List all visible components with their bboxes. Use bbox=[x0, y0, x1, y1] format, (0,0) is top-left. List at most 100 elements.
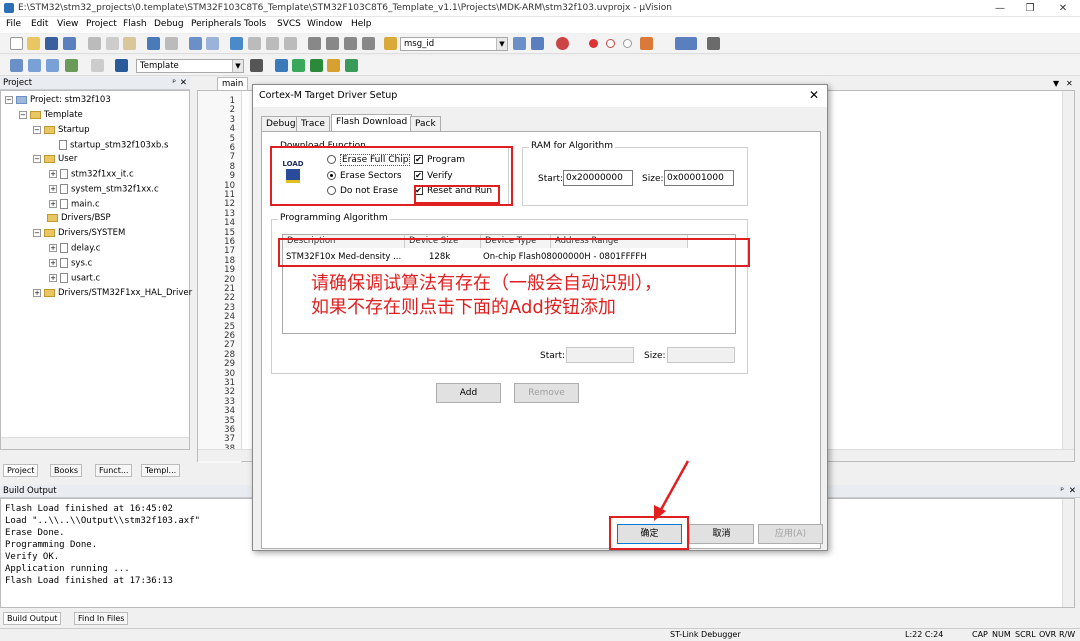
uncomment-icon[interactable] bbox=[362, 37, 375, 50]
tab-functions[interactable]: Funct... bbox=[95, 464, 133, 477]
new-file-icon[interactable] bbox=[10, 37, 23, 50]
tab-find-in-files[interactable]: Find In Files bbox=[74, 612, 129, 625]
remove-button[interactable]: Remove bbox=[514, 383, 579, 403]
comment-icon[interactable] bbox=[344, 37, 357, 50]
minimize-icon[interactable]: — bbox=[985, 1, 1015, 16]
kill-breakpoints-icon[interactable] bbox=[623, 39, 632, 48]
find-in-files-icon[interactable] bbox=[384, 37, 397, 50]
close-panel-icon[interactable]: ✕ bbox=[1069, 485, 1076, 497]
expand-icon[interactable]: + bbox=[49, 200, 57, 208]
disable-breakpoint-icon[interactable] bbox=[606, 39, 615, 48]
indent-icon[interactable] bbox=[308, 37, 321, 50]
cancel-button[interactable]: 取消 bbox=[689, 524, 754, 544]
translate-icon[interactable] bbox=[10, 59, 23, 72]
close-icon[interactable]: ✕ bbox=[1048, 1, 1078, 16]
incremental-find-icon[interactable] bbox=[531, 37, 544, 50]
manage-project-icon[interactable] bbox=[275, 59, 288, 72]
editor-close-icon[interactable]: ✕ bbox=[1066, 79, 1073, 88]
bookmark-icon[interactable] bbox=[230, 37, 243, 50]
algo-start-input[interactable] bbox=[566, 347, 634, 363]
select-pack-icon[interactable] bbox=[310, 59, 323, 72]
undo-icon[interactable] bbox=[147, 37, 160, 50]
pin-icon[interactable]: ᵖ bbox=[1060, 485, 1064, 497]
tree-item[interactable]: + usart.c bbox=[49, 273, 100, 284]
tree-item[interactable]: + system_stm32f1xx.c bbox=[49, 184, 159, 195]
menu-window[interactable]: Window bbox=[307, 19, 343, 29]
add-button[interactable]: Add bbox=[436, 383, 501, 403]
expand-icon[interactable]: + bbox=[49, 274, 57, 282]
menu-flash[interactable]: Flash bbox=[123, 19, 147, 29]
expand-icon[interactable]: + bbox=[49, 259, 57, 267]
maximize-icon[interactable]: ❐ bbox=[1015, 1, 1045, 16]
next-bookmark-icon[interactable] bbox=[266, 37, 279, 50]
nav-forward-icon[interactable] bbox=[206, 37, 219, 50]
tree-item[interactable]: + sys.c bbox=[49, 258, 92, 269]
collapse-icon[interactable]: − bbox=[33, 125, 41, 134]
nav-back-icon[interactable] bbox=[189, 37, 202, 50]
window-layout-icon[interactable] bbox=[675, 37, 697, 50]
tab-flash-download[interactable]: Flash Download bbox=[331, 114, 413, 132]
tree-item[interactable]: − User bbox=[33, 154, 77, 164]
unindent-icon[interactable] bbox=[326, 37, 339, 50]
close-panel-icon[interactable]: ✕ bbox=[180, 77, 187, 89]
target-options-icon[interactable] bbox=[250, 59, 263, 72]
chevron-down-icon[interactable]: ▼ bbox=[232, 60, 243, 72]
tab-main-c[interactable]: main bbox=[217, 77, 249, 90]
collapse-icon[interactable]: − bbox=[19, 110, 27, 119]
tree-item[interactable]: − Template bbox=[19, 110, 83, 120]
tab-templates[interactable]: Templ... bbox=[141, 464, 181, 477]
tree-item[interactable]: + stm32f1xx_it.c bbox=[49, 169, 134, 180]
ram-size-input[interactable]: 0x00001000 bbox=[664, 170, 734, 186]
menu-project[interactable]: Project bbox=[86, 19, 117, 29]
output-vertical-scrollbar[interactable] bbox=[1062, 499, 1074, 607]
expand-icon[interactable]: + bbox=[49, 170, 57, 178]
tab-trace[interactable]: Trace bbox=[296, 116, 330, 132]
expand-icon[interactable]: + bbox=[49, 185, 57, 193]
menu-debug[interactable]: Debug bbox=[154, 19, 184, 29]
dialog-close-icon[interactable]: ✕ bbox=[809, 88, 819, 102]
ram-start-input[interactable]: 0x20000000 bbox=[563, 170, 633, 186]
tab-project[interactable]: Project bbox=[3, 464, 39, 477]
manage-rte-icon[interactable] bbox=[292, 59, 305, 72]
redo-icon[interactable] bbox=[165, 37, 178, 50]
copy-icon[interactable] bbox=[106, 37, 119, 50]
target-combo[interactable]: Template ▼ bbox=[136, 59, 244, 73]
save-icon[interactable] bbox=[45, 37, 58, 50]
stop-build-icon[interactable] bbox=[91, 59, 104, 72]
editor-vertical-scrollbar[interactable] bbox=[1062, 91, 1074, 449]
algo-size-input[interactable] bbox=[667, 347, 735, 363]
tree-item[interactable]: Drivers/BSP bbox=[47, 213, 111, 223]
chevron-down-icon[interactable]: ▼ bbox=[496, 38, 507, 50]
collapse-icon[interactable]: − bbox=[5, 95, 13, 104]
open-folder-icon[interactable] bbox=[27, 37, 40, 50]
menu-tools[interactable]: Tools bbox=[244, 19, 266, 29]
expand-icon[interactable]: + bbox=[49, 244, 57, 252]
configure-icon[interactable] bbox=[707, 37, 720, 50]
tree-item[interactable]: startup_stm32f103xb.s bbox=[59, 140, 168, 151]
menu-file[interactable]: File bbox=[6, 19, 21, 29]
menu-edit[interactable]: Edit bbox=[31, 19, 48, 29]
clear-bookmarks-icon[interactable] bbox=[284, 37, 297, 50]
tree-item[interactable]: − Project: stm32f103 bbox=[5, 95, 111, 105]
editor-tab-list-icon[interactable]: ▼ bbox=[1053, 79, 1059, 88]
prev-bookmark-icon[interactable] bbox=[248, 37, 261, 50]
tab-build-output[interactable]: Build Output bbox=[3, 612, 62, 625]
tree-item[interactable]: + main.c bbox=[49, 199, 100, 210]
apply-button[interactable]: 应用(A) bbox=[758, 524, 823, 544]
rebuild-icon[interactable] bbox=[46, 59, 59, 72]
menu-help[interactable]: Help bbox=[351, 19, 372, 29]
debug-session-icon[interactable] bbox=[556, 37, 569, 50]
menu-view[interactable]: View bbox=[57, 19, 78, 29]
paste-icon[interactable] bbox=[123, 37, 136, 50]
menu-svcs[interactable]: SVCS bbox=[277, 19, 301, 29]
build-icon[interactable] bbox=[28, 59, 41, 72]
expand-icon[interactable]: + bbox=[33, 288, 41, 297]
cut-icon[interactable] bbox=[88, 37, 101, 50]
tree-item[interactable]: + delay.c bbox=[49, 243, 100, 254]
find-icon[interactable] bbox=[513, 37, 526, 50]
menu-peripherals[interactable]: Peripherals bbox=[191, 19, 241, 29]
load-download-icon[interactable] bbox=[115, 59, 128, 72]
tree-item[interactable]: + Drivers/STM32F1xx_HAL_Driver bbox=[33, 288, 192, 298]
tree-horizontal-scrollbar[interactable] bbox=[1, 437, 189, 449]
batch-build-icon[interactable] bbox=[65, 59, 78, 72]
